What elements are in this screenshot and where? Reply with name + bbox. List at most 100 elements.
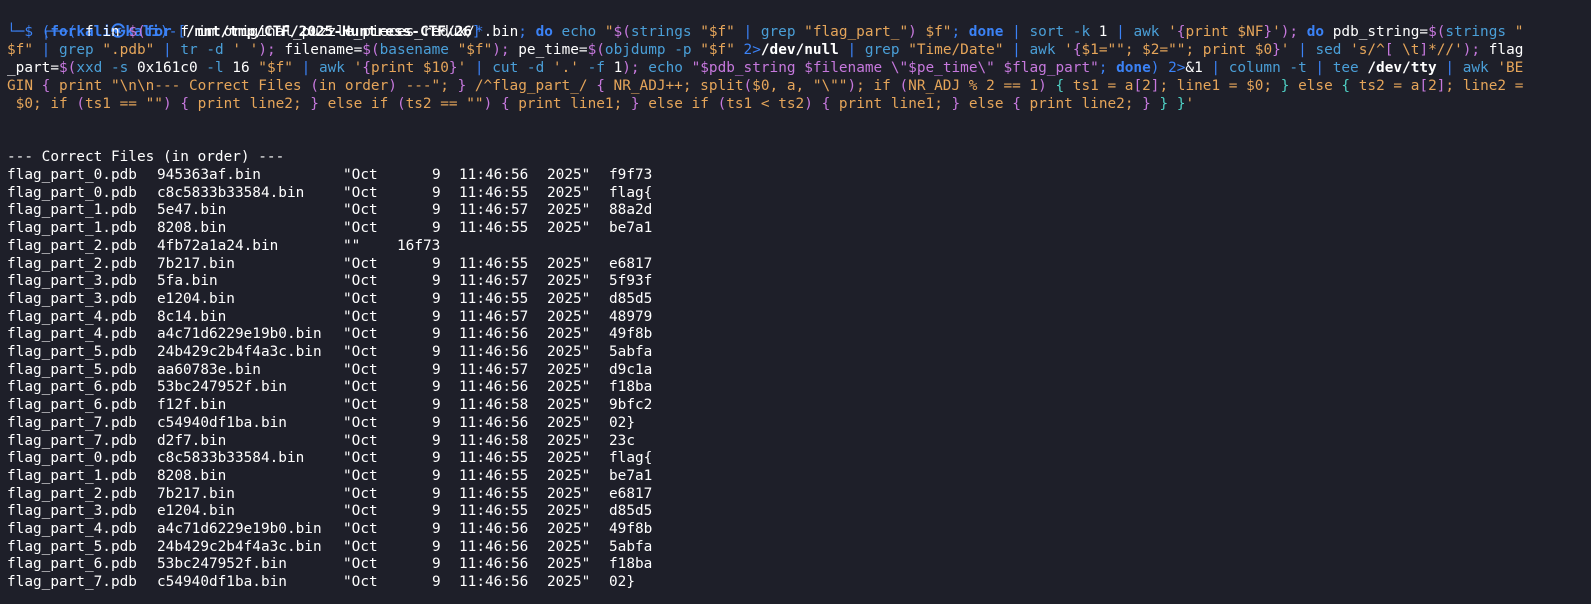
output-cell: 2025" xyxy=(547,202,591,219)
command-segment: 2 xyxy=(1142,78,1151,94)
output-cell: "Oct xyxy=(343,414,378,431)
output-cell: "Oct xyxy=(343,167,378,183)
command-segment: awk xyxy=(1462,60,1498,76)
command-segment: } xyxy=(1159,96,1169,112)
output-cell: 11:46:56 xyxy=(459,167,529,183)
command-segment: } xyxy=(1142,96,1151,112)
command-segment: ' xyxy=(1064,42,1073,58)
command-segment: strings xyxy=(1445,24,1515,40)
output-cell: 11:46:56 xyxy=(459,521,529,537)
output-cell: 11:46:58 xyxy=(459,432,529,449)
command-text: (for f in $(for f in original_puzzle_pie… xyxy=(33,24,1524,40)
command-segment: | xyxy=(1116,24,1134,40)
output-cell: "Oct xyxy=(343,290,378,307)
command-segment: pdb_string= xyxy=(1324,24,1429,40)
output-cell: 9 xyxy=(432,184,441,201)
output-cell: 02} xyxy=(609,414,635,431)
command-segment: ts2 = a xyxy=(1350,78,1420,94)
command-segment: ( xyxy=(310,78,319,94)
command-segment: ) xyxy=(908,24,926,40)
output-cell: 9 xyxy=(432,397,441,414)
output-cell: 7b217.bin xyxy=(157,255,235,272)
command-segment: | xyxy=(1289,42,1316,58)
command-segment: { xyxy=(1012,96,1021,112)
command-segment: -d xyxy=(206,42,233,58)
output-cell: e6817 xyxy=(609,485,653,502)
output-cell: flag_part_2.pdb xyxy=(7,485,137,502)
command-segment: else xyxy=(1289,78,1342,94)
output-cell: 11:46:56 xyxy=(459,538,529,555)
command-segment: .bin xyxy=(483,24,519,40)
output-cell: 24b429c2b4f4a3c.bin xyxy=(157,538,322,555)
command-segment xyxy=(1151,96,1160,112)
command-segment: $1=""; $2=""; print $0 xyxy=(1081,42,1273,58)
output-cell: "Oct xyxy=(343,379,378,396)
command-segment: { xyxy=(1055,78,1065,94)
command-segment: cut xyxy=(492,60,527,76)
output-cell: 2025" xyxy=(547,379,591,396)
output-cell: flag_part_3.pdb xyxy=(7,503,137,520)
output-cell: d85d5 xyxy=(609,503,653,520)
output-cell: 11:46:56 xyxy=(459,326,529,343)
output-cell: "Oct xyxy=(343,450,378,467)
command-text: $f" | grep ".pdb" | tr -d ' '); filename… xyxy=(7,42,1523,58)
output-cell: 9 xyxy=(432,574,441,591)
output-cell: "Oct xyxy=(343,485,378,502)
command-segment: ts2 == "" xyxy=(405,96,484,112)
output-cell: a4c71d6229e19b0.bin xyxy=(157,326,322,343)
command-segment: | xyxy=(1003,42,1030,58)
command-segment: } xyxy=(310,96,319,112)
output-cell: flag_part_7.pdb xyxy=(7,432,137,449)
output-cell: 5fa.bin xyxy=(157,273,218,290)
command-segment: "$f" xyxy=(258,60,293,76)
output-cell: flag_part_6.pdb xyxy=(7,379,137,396)
output-cell: f18ba xyxy=(609,556,653,573)
command-segment: "$f" xyxy=(457,42,493,58)
output-cell: 9 xyxy=(432,485,441,502)
command-segment: ts1 < ts2 xyxy=(726,96,805,112)
command-segment: ; xyxy=(951,24,969,40)
prompt-second-line: └─$ xyxy=(7,24,33,40)
output-cell: 2025" xyxy=(547,361,591,378)
output-cell: 53bc247952f.bin xyxy=(157,556,287,573)
output-cell: 9bfc2 xyxy=(609,397,653,414)
command-segment: } xyxy=(1272,42,1281,58)
command-segment: | xyxy=(838,42,865,58)
command-segment: -l xyxy=(206,60,233,76)
output-cell: "Oct xyxy=(343,538,378,555)
command-segment: ts1 = a xyxy=(1064,78,1134,94)
prompt-line: ┌──(kali㉿kali)-[/mnt/tmp/CTF/2025-Huntre… xyxy=(7,5,1591,40)
output-cell: flag_part_4.pdb xyxy=(7,308,137,325)
output-cell: 48979 xyxy=(609,308,653,325)
output-cell: 2025" xyxy=(547,273,591,290)
output-cell: 9 xyxy=(432,414,441,431)
command-segment: $f" xyxy=(925,24,952,40)
output-cell: 11:46:55 xyxy=(459,220,529,237)
command-segment: /^flag_part_/ xyxy=(466,78,597,94)
command-segment: $( xyxy=(362,42,380,58)
output-cell: 9 xyxy=(432,290,441,307)
command-segment: { xyxy=(1072,42,1082,58)
command-segment: $( xyxy=(1428,24,1446,40)
command-segment: &1 xyxy=(1185,60,1203,76)
command-segment: -f xyxy=(578,60,614,76)
command-segment: ( xyxy=(396,96,406,112)
command-segment: 2> xyxy=(743,42,761,58)
output-cell: 2025" xyxy=(547,414,591,431)
output-cell: 11:46:58 xyxy=(459,397,529,414)
output-cell: "" xyxy=(343,237,361,254)
output-cell: 16f73 xyxy=(397,237,441,254)
output-cell: 11:46:56 xyxy=(459,379,529,396)
output-cell: flag_part_6.pdb xyxy=(7,556,137,573)
output-cell: 2025" xyxy=(547,167,591,183)
output-cell: f9f73 xyxy=(609,167,653,183)
terminal-window[interactable]: ┌──(kali㉿kali)-[/mnt/tmp/CTF/2025-Huntre… xyxy=(0,0,1591,604)
command-segment: ' xyxy=(1168,24,1177,40)
command-segment: * xyxy=(474,24,484,40)
command-segment: ); xyxy=(492,42,519,58)
command-text: _part=$(xxd -s 0x161c0 -l 16 "$f" | awk … xyxy=(7,60,1523,76)
output-cell: 8208.bin xyxy=(157,220,227,237)
command-segment: { xyxy=(596,78,605,94)
command-segment: ' xyxy=(457,60,467,76)
output-cell: 2025" xyxy=(547,184,591,201)
